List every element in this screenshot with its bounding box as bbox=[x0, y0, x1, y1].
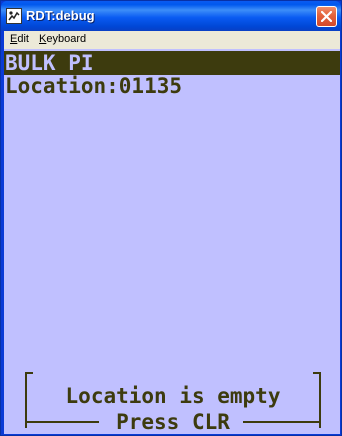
location-line: Location:01135 bbox=[5, 74, 183, 98]
menu-edit[interactable]: Edit bbox=[10, 33, 29, 45]
app-window: RDT:debug Edit Keyboard BULK PI Location… bbox=[0, 0, 342, 436]
close-button[interactable] bbox=[316, 6, 337, 27]
message-prompt: Press CLR bbox=[116, 410, 230, 434]
menu-bar: Edit Keyboard bbox=[4, 31, 340, 49]
screen-title: BULK PI bbox=[5, 51, 94, 75]
window-title: RDT:debug bbox=[26, 8, 95, 23]
screen-header-bar: BULK PI bbox=[4, 51, 340, 75]
message-box: Location is empty Press CLR bbox=[25, 372, 321, 434]
message-footer: Press CLR bbox=[27, 410, 319, 434]
message-text: Location is empty bbox=[65, 384, 281, 408]
menu-keyboard[interactable]: Keyboard bbox=[39, 33, 86, 45]
app-icon[interactable] bbox=[6, 8, 22, 24]
title-bar[interactable]: RDT:debug bbox=[1, 1, 341, 31]
close-icon bbox=[321, 11, 332, 22]
menu-keyboard-rest: eyboard bbox=[46, 33, 87, 45]
menu-edit-rest: dit bbox=[17, 33, 29, 45]
terminal-screen[interactable]: BULK PI Location:01135 Location is empty… bbox=[4, 49, 340, 434]
